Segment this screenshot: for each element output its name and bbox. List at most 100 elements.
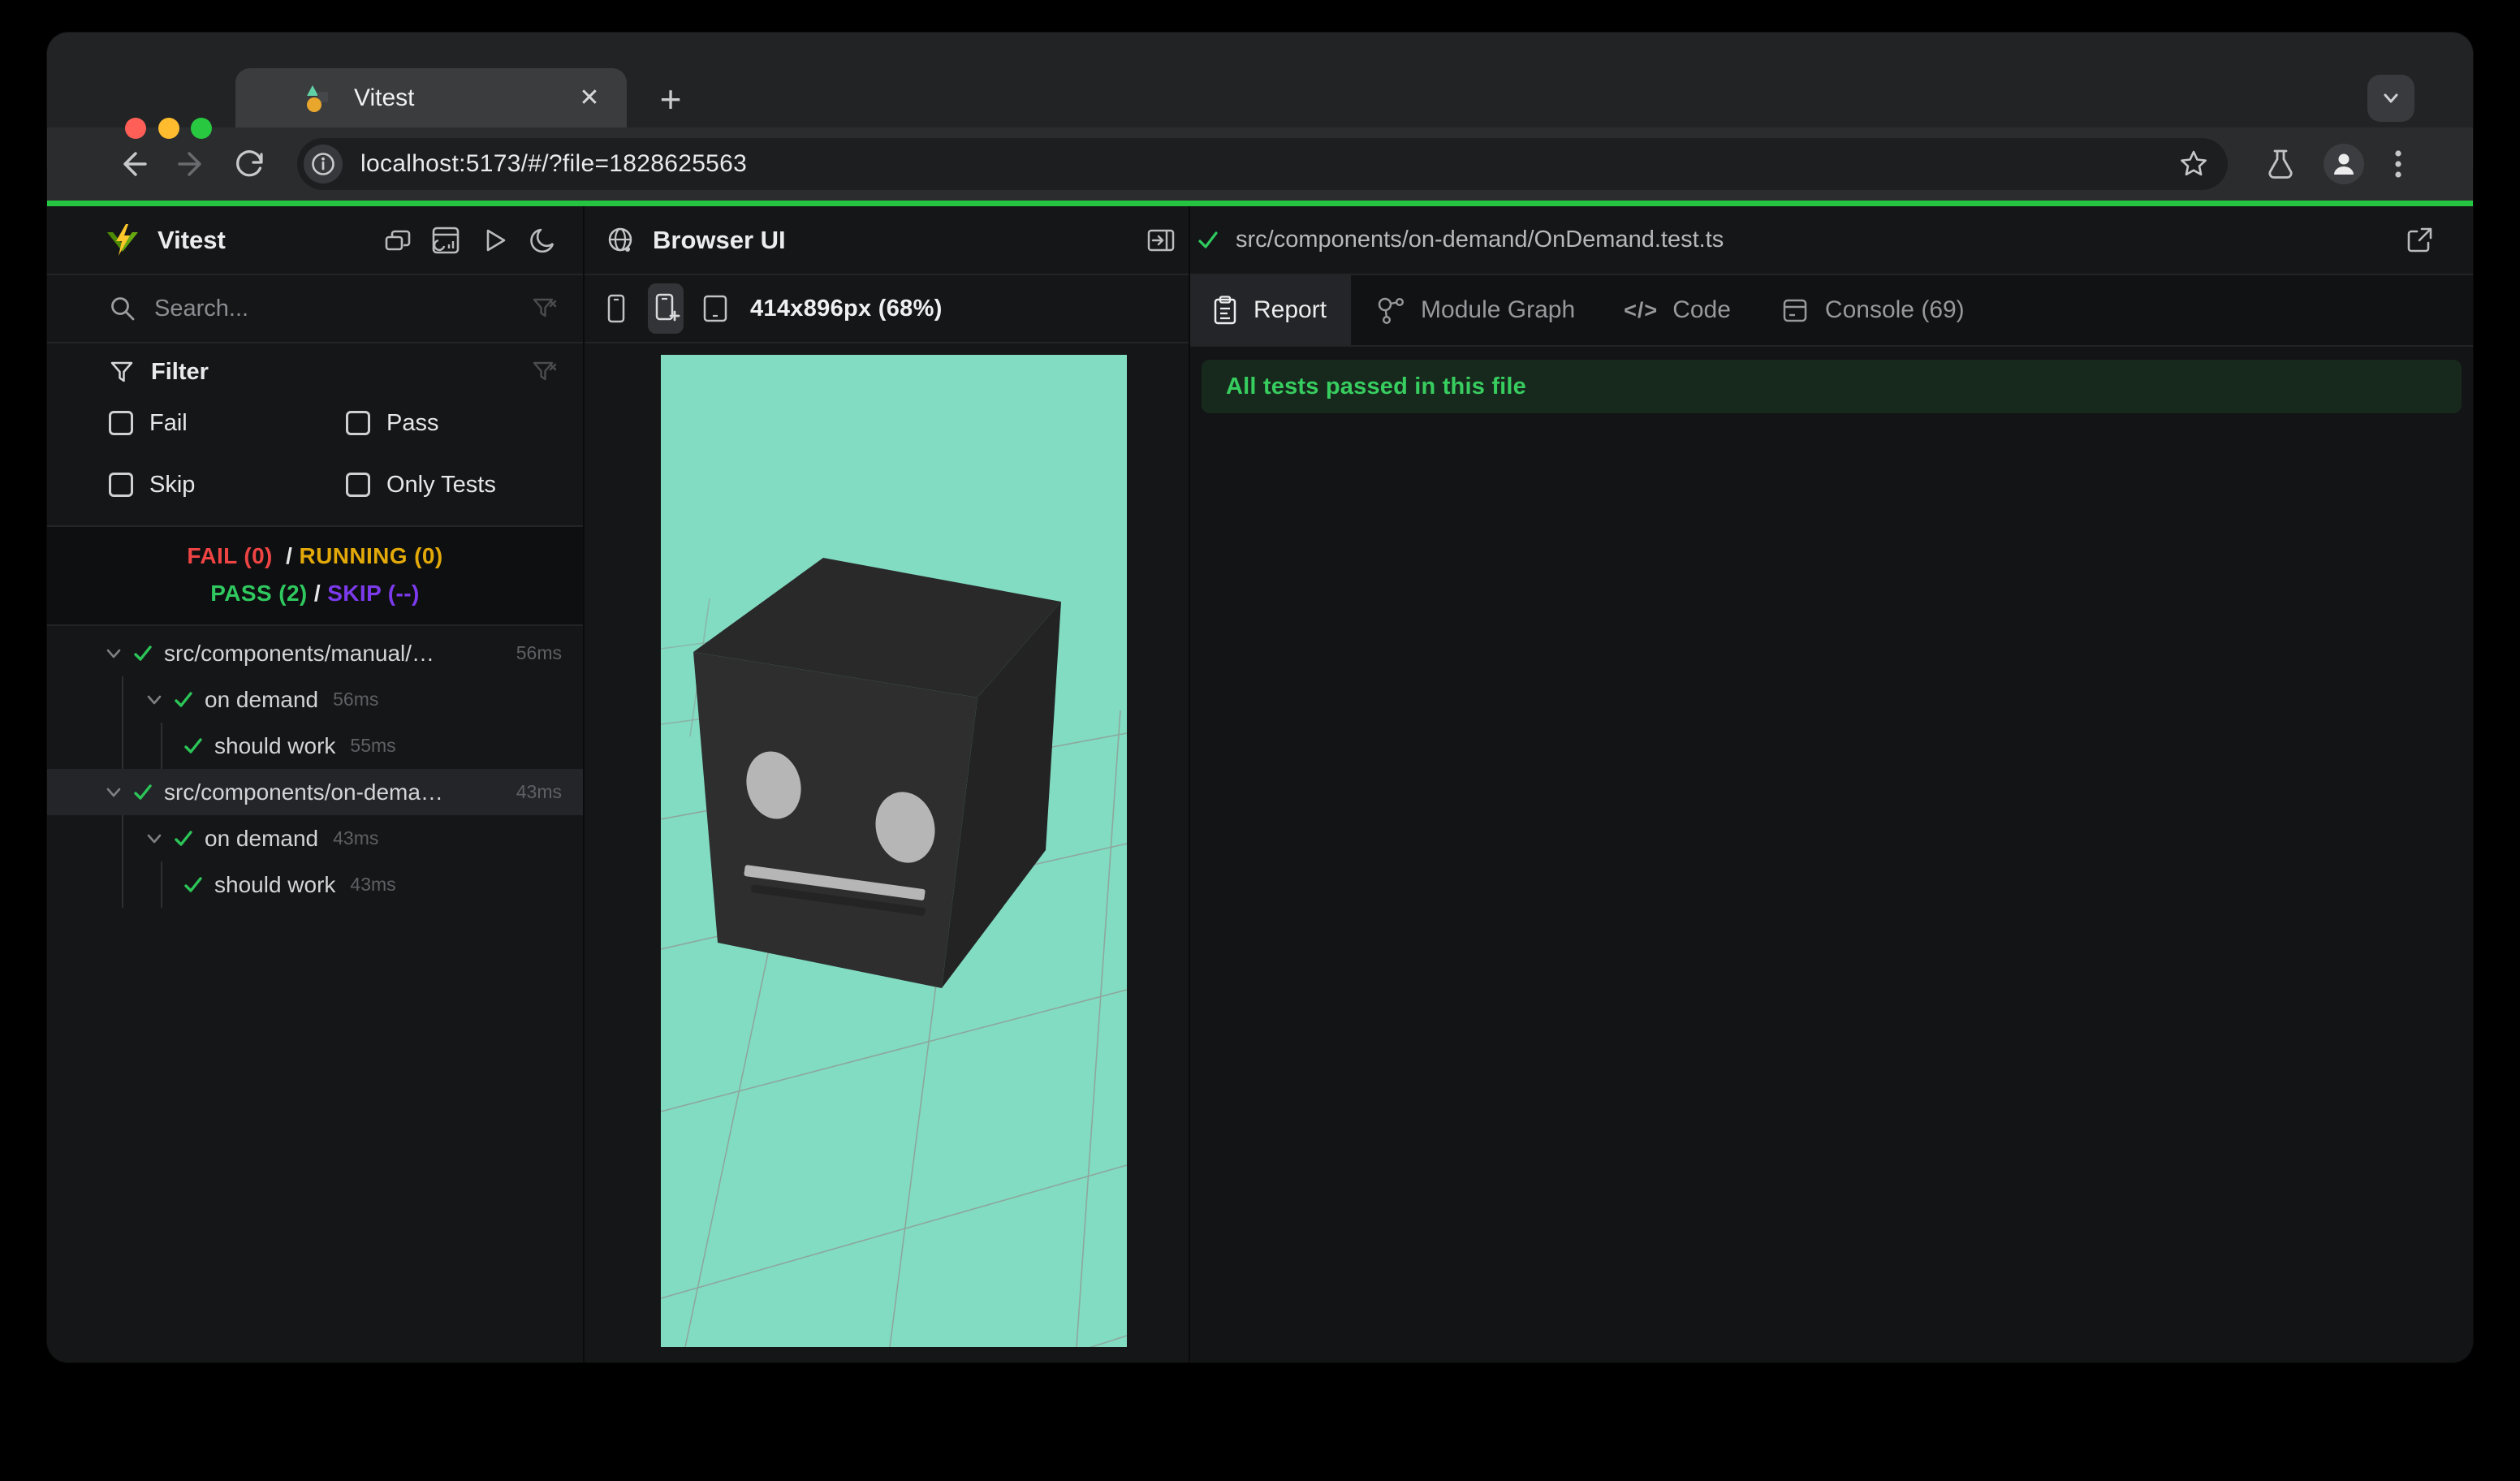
duration-badge: 56ms [516, 642, 562, 663]
experiments-flask-icon[interactable] [2263, 147, 2298, 181]
external-link-icon [2407, 227, 2432, 252]
pass-check-icon [169, 689, 198, 711]
summary-line-1: FAIL (0) / RUNNING (0) [187, 543, 443, 568]
chevron-down-icon[interactable] [99, 782, 128, 803]
indent-guide [161, 861, 162, 908]
duration-badge: 56ms [333, 689, 379, 710]
forward-button[interactable] [174, 146, 209, 182]
tab-strip: Vitest ✕ + [47, 32, 2473, 139]
console-icon [1780, 295, 1810, 326]
window-minimize-button[interactable] [158, 118, 179, 139]
test-case-row[interactable]: should work 55ms [47, 723, 583, 769]
new-tab-button[interactable]: + [649, 78, 692, 120]
duration-badge: 43ms [516, 781, 562, 802]
profile-avatar[interactable] [2324, 144, 2364, 184]
tests-passed-banner: All tests passed in this file [1202, 360, 2462, 413]
sidebar-title: Vitest [158, 225, 226, 254]
info-icon [312, 153, 334, 175]
filter-checkbox-pass[interactable]: Pass [346, 402, 559, 444]
dashboard-icon [432, 227, 460, 253]
skip-count: SKIP (--) [327, 581, 420, 606]
duration-badge: 43ms [333, 827, 379, 848]
device-phone-plus-button[interactable] [648, 283, 684, 334]
test-file-row-selected[interactable]: src/components/on-dema… 43ms [47, 769, 583, 815]
duration-badge: 55ms [350, 735, 396, 756]
report-tab-bar: Report Module Graph </> Code Console (69… [1190, 275, 2473, 347]
device-phone-small-button[interactable] [602, 292, 630, 325]
tab-code[interactable]: </> Code [1599, 275, 1755, 345]
vitest-ui: Vitest Search... Filter Fail Pass Skip O… [47, 206, 2473, 1362]
filter-funnel-icon [109, 359, 135, 385]
test-case-row[interactable]: should work 43ms [47, 861, 583, 908]
indent-guide [122, 723, 123, 769]
tested-app-viewport[interactable] [661, 355, 1127, 1347]
chevron-down-icon[interactable] [140, 828, 169, 849]
menu-dots-icon[interactable] [2393, 147, 2403, 181]
clear-filters-icon[interactable] [531, 358, 559, 386]
forward-arrow-icon [178, 152, 201, 176]
window-zoom-button[interactable] [191, 118, 212, 139]
pass-check-icon [179, 874, 208, 896]
test-file-row[interactable]: src/components/manual/… 56ms [47, 630, 583, 676]
pass-check-icon [179, 735, 208, 758]
open-external-button[interactable] [2403, 224, 2436, 257]
bookmark-star-icon[interactable] [2177, 148, 2210, 180]
browser-toolbar [47, 127, 2473, 201]
checkbox-icon [346, 411, 370, 435]
module-graph-icon [1375, 295, 1406, 326]
globe-icon [606, 226, 635, 255]
pass-check-icon [169, 827, 198, 850]
moon-icon [530, 228, 554, 253]
tab-module-graph[interactable]: Module Graph [1351, 275, 1599, 345]
pass-count: PASS (2) [210, 581, 308, 606]
browser-window: Vitest ✕ + localhost:5173/#/?file=182862… [47, 32, 2473, 1362]
device-tablet-button[interactable] [700, 292, 731, 325]
filter-label: Filter [151, 358, 209, 385]
run-all-button[interactable] [479, 225, 510, 256]
chevron-down-icon[interactable] [140, 689, 169, 710]
checkbox-icon [346, 473, 370, 497]
search-icon [109, 295, 136, 322]
test-suite-row[interactable]: on demand 43ms [47, 815, 583, 861]
phone-icon [607, 294, 625, 323]
progress-bar [47, 201, 2473, 206]
search-input[interactable] [154, 295, 531, 322]
browser-ui-header: Browser UI [585, 206, 1189, 275]
tab-console[interactable]: Console (69) [1755, 275, 1989, 345]
theme-toggle-button[interactable] [528, 225, 559, 256]
dashboard-button[interactable] [430, 225, 461, 256]
tab-report[interactable]: Report [1190, 275, 1352, 345]
url-input[interactable] [360, 150, 2177, 178]
filter-checkbox-only-tests[interactable]: Only Tests [346, 464, 559, 506]
filter-checkbox-fail[interactable]: Fail [109, 402, 346, 444]
site-info-button[interactable] [304, 145, 343, 184]
chevron-down-icon[interactable] [99, 643, 128, 664]
clipboard-icon [1211, 295, 1239, 326]
indent-guide [122, 815, 123, 861]
test-suite-row[interactable]: on demand 56ms [47, 676, 583, 723]
dock-panel-right-button[interactable] [1145, 224, 1177, 257]
clear-search-filter-icon[interactable] [531, 295, 559, 322]
browser-ui-title: Browser UI [653, 225, 786, 254]
reload-button[interactable] [232, 146, 268, 182]
test-tree: src/components/manual/… 56ms on demand 5… [47, 626, 583, 1362]
collapse-windows-button[interactable] [383, 226, 412, 255]
address-bar[interactable] [297, 138, 2228, 190]
tab-search-button[interactable] [2367, 75, 2414, 122]
filter-checkbox-skip[interactable]: Skip [109, 464, 346, 506]
desktop: Vitest ✕ + localhost:5173/#/?file=182862… [0, 0, 2520, 1481]
checkbox-icon [109, 473, 133, 497]
back-button[interactable] [115, 146, 151, 182]
indent-guide [122, 676, 123, 723]
report-panel: src/components/on-demand/OnDemand.test.t… [1190, 206, 2473, 1362]
filter-panel: Filter Fail Pass Skip Only Tests [47, 343, 583, 527]
phone-plus-icon [655, 293, 680, 322]
browser-tab-vitest[interactable]: Vitest ✕ [235, 68, 627, 127]
filter-options: Fail Pass Skip Only Tests [109, 402, 559, 506]
tab-close-icon[interactable]: ✕ [573, 82, 606, 114]
indent-guide [122, 861, 123, 908]
running-count: RUNNING (0) [299, 543, 443, 568]
window-close-button[interactable] [125, 118, 146, 139]
report-header: src/components/on-demand/OnDemand.test.t… [1190, 206, 2473, 275]
report-content: All tests passed in this file [1190, 347, 2473, 1362]
